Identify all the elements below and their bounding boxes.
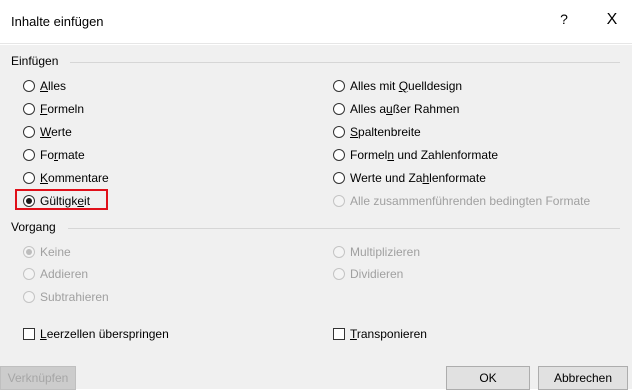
dialog-title: Inhalte einfügen bbox=[11, 14, 104, 29]
radio-button[interactable] bbox=[333, 149, 345, 161]
radio-kommentare[interactable]: Kommentare bbox=[23, 171, 109, 185]
cancel-button[interactable]: Abbrechen bbox=[538, 366, 628, 390]
radio-button[interactable] bbox=[23, 103, 35, 115]
checkbox[interactable] bbox=[333, 328, 345, 340]
radio-label: Formeln und Zahlenformate bbox=[350, 148, 499, 162]
radio-button[interactable] bbox=[333, 103, 345, 115]
ok-button[interactable]: OK bbox=[446, 366, 530, 390]
radio-button[interactable] bbox=[333, 246, 345, 258]
radio-button[interactable] bbox=[23, 268, 35, 280]
radio-button[interactable] bbox=[333, 195, 345, 207]
section-label-vorgang: Vorgang bbox=[11, 220, 56, 234]
radio-label: Alles außer Rahmen bbox=[350, 102, 460, 116]
checkbox-label: Leerzellen überspringen bbox=[40, 327, 169, 341]
section-divider bbox=[70, 62, 620, 63]
radio-alles-mit-quelldesign[interactable]: Alles mit Quelldesign bbox=[333, 79, 462, 93]
radio-multiplizieren[interactable]: Multiplizieren bbox=[333, 245, 420, 259]
radio-label: Alles mit Quelldesign bbox=[350, 79, 463, 93]
radio-label: Keine bbox=[40, 245, 71, 259]
radio-label: Subtrahieren bbox=[40, 290, 109, 304]
radio-button[interactable] bbox=[333, 268, 345, 280]
close-icon[interactable]: X bbox=[600, 8, 624, 32]
radio-alle-bedingten-formate[interactable]: Alle zusammenführenden bedingten Formate bbox=[333, 194, 590, 208]
radio-label: Formeln bbox=[40, 102, 85, 116]
radio-button-selected[interactable] bbox=[23, 246, 35, 258]
checkbox[interactable] bbox=[23, 328, 35, 340]
radio-label: Werte bbox=[40, 125, 72, 139]
link-button[interactable]: Verknüpfen bbox=[0, 366, 76, 390]
radio-keine[interactable]: Keine bbox=[23, 245, 71, 259]
radio-label: Alles bbox=[40, 79, 67, 93]
radio-button-selected[interactable] bbox=[23, 195, 35, 207]
section-divider bbox=[68, 228, 620, 229]
radio-label: Addieren bbox=[40, 267, 89, 281]
section-label-einfuegen: Einfügen bbox=[11, 54, 59, 68]
radio-label: Werte und Zahlenformate bbox=[350, 171, 486, 185]
radio-addieren[interactable]: Addieren bbox=[23, 267, 88, 281]
radio-button[interactable] bbox=[23, 172, 35, 184]
radio-alles-ausser-rahmen[interactable]: Alles außer Rahmen bbox=[333, 102, 459, 116]
checkbox-skip-blanks[interactable]: Leerzellen überspringen bbox=[23, 327, 169, 341]
radio-label: Spaltenbreite bbox=[350, 125, 421, 139]
radio-button[interactable] bbox=[333, 172, 345, 184]
radio-subtrahieren[interactable]: Subtrahieren bbox=[23, 290, 109, 304]
radio-gueltigkeit[interactable]: Gültigkeit bbox=[23, 194, 90, 208]
radio-formeln-und-zahlenformate[interactable]: Formeln und Zahlenformate bbox=[333, 148, 498, 162]
radio-button[interactable] bbox=[23, 149, 35, 161]
radio-formeln[interactable]: Formeln bbox=[23, 102, 84, 116]
radio-button[interactable] bbox=[23, 126, 35, 138]
radio-label: Alle zusammenführenden bedingten Formate bbox=[350, 194, 591, 208]
radio-werte[interactable]: Werte bbox=[23, 125, 72, 139]
radio-alles[interactable]: Alles bbox=[23, 79, 66, 93]
radio-label: Gültigkeit bbox=[40, 194, 91, 208]
radio-werte-und-zahlenformate[interactable]: Werte und Zahlenformate bbox=[333, 171, 486, 185]
radio-spaltenbreite[interactable]: Spaltenbreite bbox=[333, 125, 421, 139]
radio-button[interactable] bbox=[23, 291, 35, 303]
radio-label: Kommentare bbox=[40, 171, 109, 185]
radio-label: Multiplizieren bbox=[350, 245, 421, 259]
radio-formate[interactable]: Formate bbox=[23, 148, 85, 162]
title-bar: Inhalte einfügen ? X bbox=[0, 0, 632, 44]
radio-label: Dividieren bbox=[350, 267, 404, 281]
radio-label: Formate bbox=[40, 148, 85, 162]
radio-button[interactable] bbox=[333, 80, 345, 92]
radio-button[interactable] bbox=[23, 80, 35, 92]
checkbox-transpose[interactable]: Transponieren bbox=[333, 327, 427, 341]
help-button[interactable]: ? bbox=[554, 11, 574, 27]
radio-dividieren[interactable]: Dividieren bbox=[333, 267, 403, 281]
radio-button[interactable] bbox=[333, 126, 345, 138]
checkbox-label: Transponieren bbox=[350, 327, 427, 341]
